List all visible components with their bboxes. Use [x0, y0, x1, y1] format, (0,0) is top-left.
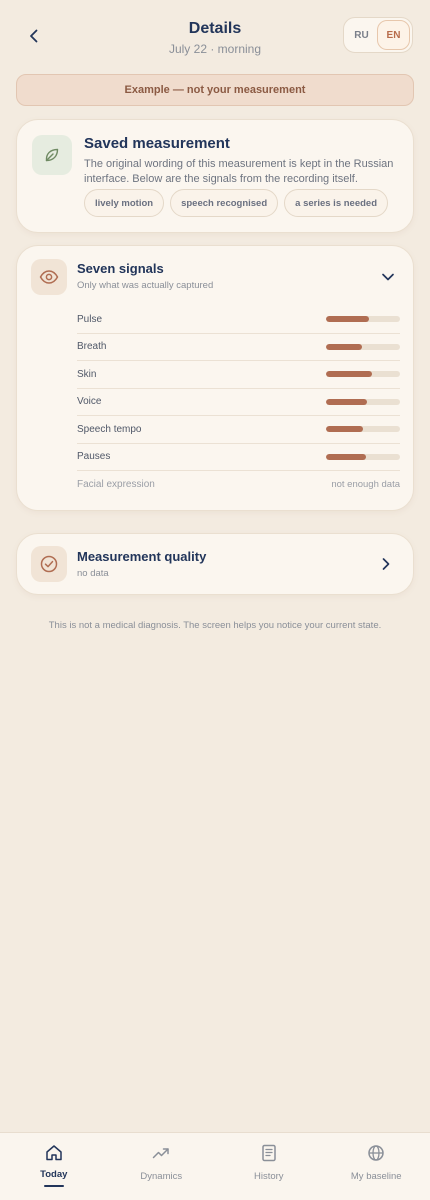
signal-bar-fill	[326, 343, 363, 350]
signal-name: Voice	[77, 396, 102, 408]
example-banner: Example — not your measurement	[16, 74, 414, 106]
signal-bar	[326, 453, 400, 460]
book-icon	[262, 1144, 276, 1162]
seven-signals-card: Seven signals Only what was actually cap…	[16, 245, 414, 511]
signal-bar	[326, 316, 400, 323]
signal-bar-fill	[326, 371, 372, 378]
chevron-down-icon[interactable]	[379, 268, 397, 286]
tab-label: History	[253, 1171, 284, 1182]
signal-bar-fill	[326, 398, 368, 405]
saved-measurement-description: The original wording of this measurement…	[84, 158, 394, 185]
bottom-tab-bar: Today Dynamics History My baseline	[0, 1132, 430, 1200]
tab-label: Today	[40, 1169, 68, 1180]
signal-row: Voice	[77, 389, 400, 416]
signal-row: Facial expression not enough data	[77, 471, 400, 499]
tab-today[interactable]: Today	[0, 1133, 108, 1200]
signal-row: Pauses	[77, 444, 400, 471]
saved-measurement-card: Saved measurement The original wording o…	[16, 119, 414, 233]
tab-label: Dynamics	[140, 1171, 183, 1182]
signal-list: Pulse Breath Skin Voice Speech tempo Pau…	[77, 306, 400, 499]
signal-note: not enough data	[331, 479, 400, 491]
signal-row: Pulse	[77, 306, 400, 334]
trend-icon	[153, 1148, 169, 1159]
signal-bar	[326, 343, 400, 350]
tab-my-baseline[interactable]: My baseline	[323, 1133, 430, 1200]
signal-name: Pauses	[77, 451, 111, 463]
signal-name: Breath	[77, 341, 107, 353]
measurement-quality-card[interactable]: Measurement quality no data	[16, 533, 414, 595]
quality-title: Measurement quality	[77, 549, 207, 564]
signal-name: Speech tempo	[77, 423, 142, 435]
check-circle-icon	[31, 546, 67, 582]
lang-ru-button[interactable]: RU	[346, 20, 377, 50]
saved-measurement-title: Saved measurement	[84, 135, 230, 152]
home-icon	[46, 1145, 62, 1161]
signal-bar-fill	[326, 426, 363, 433]
lang-en-button[interactable]: EN	[377, 20, 410, 50]
chevron-right-icon[interactable]	[377, 555, 395, 573]
signal-bar	[326, 398, 400, 405]
signal-row: Speech tempo	[77, 416, 400, 444]
language-toggle: RU EN	[343, 17, 413, 53]
tab-label: My baseline	[350, 1171, 402, 1182]
signal-bar-fill	[326, 453, 366, 460]
chip-series-needed: a series is needed	[284, 189, 388, 217]
signal-row: Breath	[77, 334, 400, 361]
signals-title: Seven signals	[77, 261, 164, 276]
chip-speech-recognised: speech recognised	[170, 189, 279, 217]
signal-bar-fill	[326, 316, 369, 323]
signals-subtitle: Only what was actually captured	[77, 280, 214, 291]
signal-chips: lively motion speech recognised a series…	[84, 189, 388, 217]
signal-name: Skin	[77, 368, 97, 380]
signal-bar	[326, 426, 400, 433]
signal-name: Facial expression	[77, 479, 155, 491]
active-tab-indicator	[43, 1185, 64, 1187]
tab-history[interactable]: History	[215, 1133, 323, 1200]
header: Details July 22 · morning RU EN	[0, 0, 430, 64]
signal-row: Skin	[77, 361, 400, 389]
chip-lively-motion: lively motion	[84, 189, 165, 217]
signal-name: Pulse	[77, 313, 103, 325]
globe-icon	[368, 1145, 384, 1161]
tab-dynamics[interactable]: Dynamics	[108, 1133, 216, 1200]
signal-bar	[326, 371, 400, 378]
eye-icon	[31, 259, 67, 295]
disclaimer-text: This is not a medical diagnosis. The scr…	[48, 620, 382, 631]
leaf-icon	[32, 135, 72, 175]
quality-subtitle: no data	[77, 568, 109, 579]
